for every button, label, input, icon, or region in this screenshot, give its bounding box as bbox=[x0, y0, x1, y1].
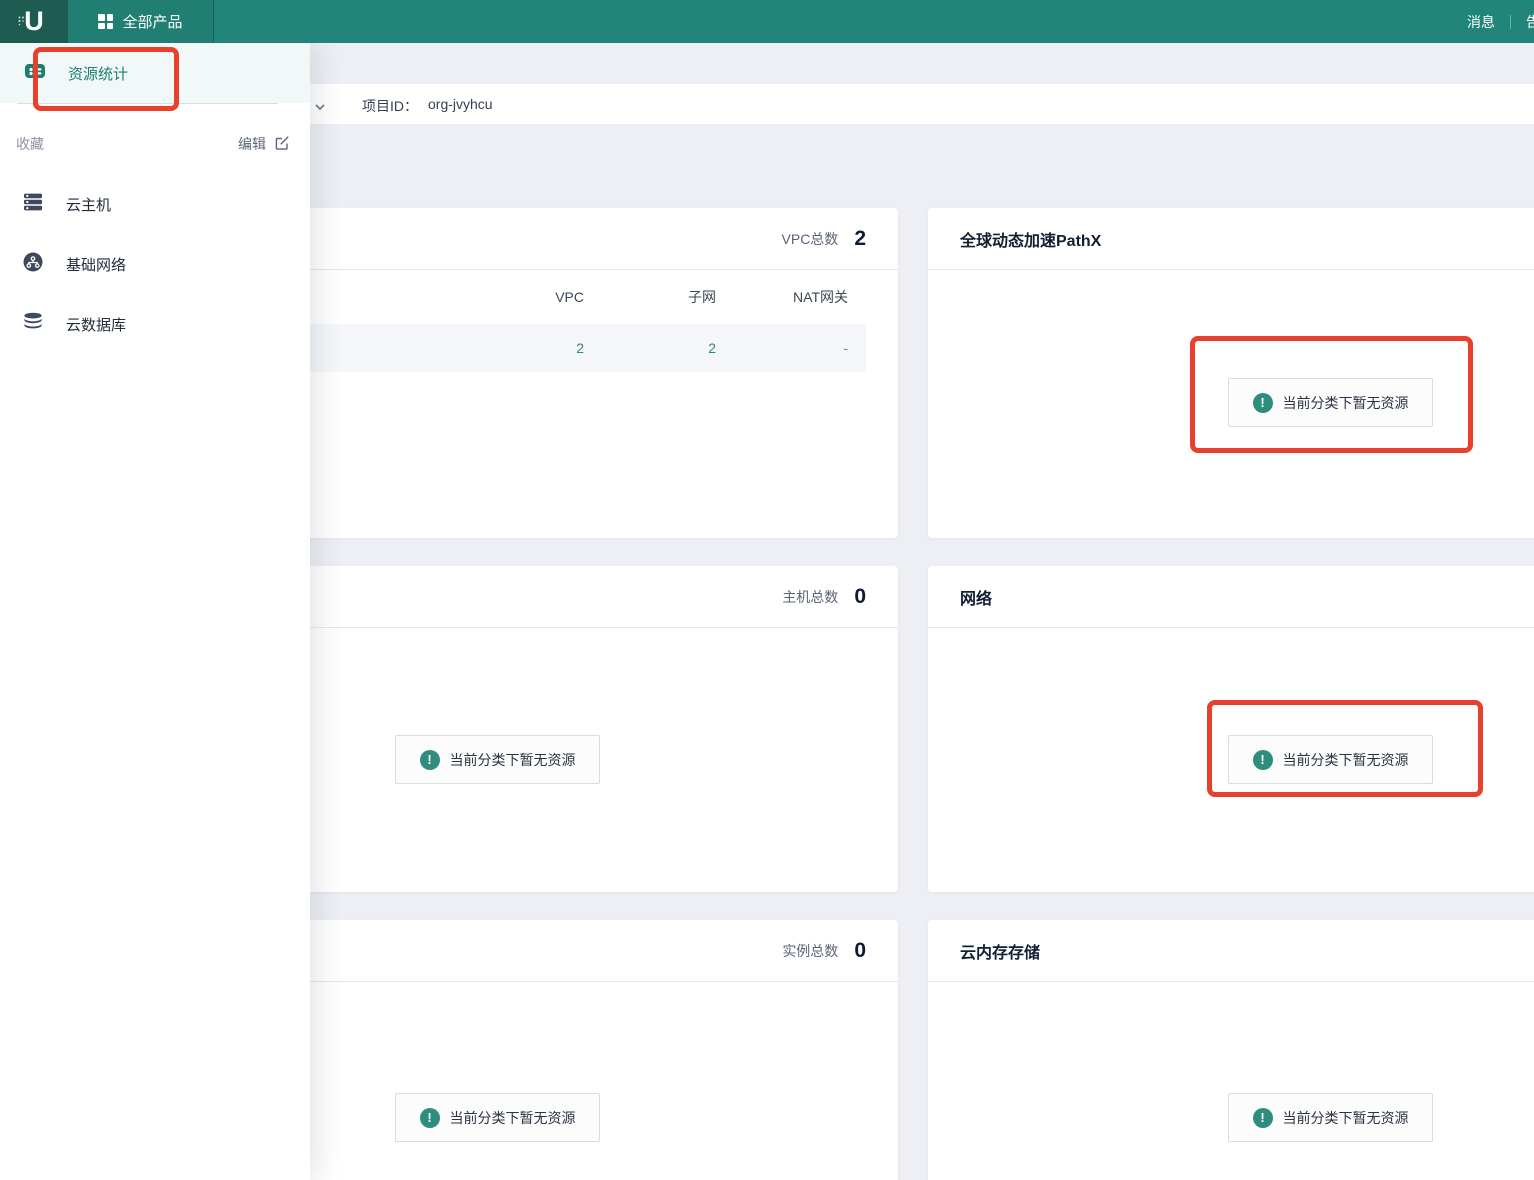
host-total-value: 0 bbox=[854, 585, 866, 609]
sidebar-item-uhost[interactable]: 云主机 bbox=[0, 190, 310, 218]
edit-icon bbox=[274, 135, 290, 154]
edit-favorites-button[interactable]: 编辑 bbox=[238, 134, 290, 154]
info-exclamation-icon: ! bbox=[420, 750, 440, 770]
sidebar-item-udb[interactable]: 云数据库 bbox=[0, 310, 310, 338]
vpc-col-header: VPC bbox=[452, 289, 584, 305]
server-icon bbox=[22, 191, 44, 218]
alerts-link-partial[interactable]: 告 bbox=[1526, 12, 1534, 32]
natgw-count-cell: - bbox=[716, 340, 848, 356]
network-card-header: 网络 bbox=[928, 566, 1534, 628]
project-id-value: org-jvyhcu bbox=[428, 96, 493, 112]
pathx-card-title: 全球动态加速PathX bbox=[960, 227, 1101, 251]
memstore-card-title: 云内存存储 bbox=[960, 939, 1040, 963]
instance-total-value: 0 bbox=[854, 939, 866, 963]
favorites-header-row: 收藏 编辑 bbox=[0, 134, 310, 154]
network-empty-state: ! 当前分类下暂无资源 bbox=[1228, 735, 1433, 784]
card-network: 网络 ! 当前分类下暂无资源 bbox=[928, 566, 1534, 892]
grid-icon bbox=[98, 14, 113, 29]
sidebar-item-label: 云主机 bbox=[66, 194, 111, 215]
edit-label: 编辑 bbox=[238, 134, 266, 154]
pathx-card-header: 全球动态加速PathX bbox=[928, 208, 1534, 270]
natgw-col-header: NAT网关 bbox=[716, 287, 848, 307]
instance-empty-state: ! 当前分类下暂无资源 bbox=[395, 1093, 600, 1142]
vpc-count-cell[interactable]: 2 bbox=[452, 340, 584, 356]
database-icon bbox=[22, 311, 44, 338]
pathx-empty-text: 当前分类下暂无资源 bbox=[1283, 393, 1409, 413]
memstore-card-header: 云内存存储 bbox=[928, 920, 1534, 982]
favorites-list: 云主机 基础网络 云数据库 bbox=[0, 190, 310, 338]
all-products-menu[interactable]: 全部产品 bbox=[68, 0, 214, 43]
subnet-col-header: 子网 bbox=[584, 287, 716, 307]
card-memstore: 云内存存储 ! 当前分类下暂无资源 bbox=[928, 920, 1534, 1180]
panel-divider bbox=[17, 103, 278, 104]
network-icon bbox=[22, 251, 44, 278]
project-id-label: 项目ID： bbox=[362, 96, 418, 116]
instance-total-label: 实例总数 bbox=[782, 941, 838, 961]
network-empty-text: 当前分类下暂无资源 bbox=[1283, 750, 1409, 770]
sidebar-item-resource-stats[interactable]: 资源统计 bbox=[0, 43, 310, 103]
sidebar-item-label: 资源统计 bbox=[68, 63, 128, 84]
info-exclamation-icon: ! bbox=[1253, 393, 1273, 413]
favorites-label: 收藏 bbox=[16, 134, 44, 154]
memstore-empty-text: 当前分类下暂无资源 bbox=[1283, 1108, 1409, 1128]
card-pathx: 全球动态加速PathX ! 当前分类下暂无资源 bbox=[928, 208, 1534, 538]
sidebar-item-label: 基础网络 bbox=[66, 254, 126, 275]
topbar-divider bbox=[1510, 15, 1511, 29]
pathx-empty-state: ! 当前分类下暂无资源 bbox=[1228, 378, 1433, 427]
topbar: U 全部产品 消息 告 bbox=[0, 0, 1534, 43]
instance-empty-text: 当前分类下暂无资源 bbox=[450, 1108, 576, 1128]
products-dropdown-panel: 资源统计 收藏 编辑 云主机 基础网络 云数据库 bbox=[0, 43, 310, 1180]
info-exclamation-icon: ! bbox=[1253, 1108, 1273, 1128]
info-exclamation-icon: ! bbox=[420, 1108, 440, 1128]
all-products-label: 全部产品 bbox=[122, 11, 182, 32]
host-empty-state: ! 当前分类下暂无资源 bbox=[395, 735, 600, 784]
network-card-title: 网络 bbox=[960, 585, 992, 609]
ucloud-logo[interactable]: U bbox=[0, 0, 68, 43]
logo-dots-decoration bbox=[18, 2, 30, 33]
sidebar-item-label: 云数据库 bbox=[66, 314, 126, 335]
topbar-right-menu: 消息 告 bbox=[1467, 0, 1534, 43]
sidebar-item-unet[interactable]: 基础网络 bbox=[0, 250, 310, 278]
messages-link[interactable]: 消息 bbox=[1467, 12, 1495, 32]
memstore-empty-state: ! 当前分类下暂无资源 bbox=[1228, 1093, 1433, 1142]
vpc-total-value: 2 bbox=[854, 227, 866, 251]
host-empty-text: 当前分类下暂无资源 bbox=[450, 750, 576, 770]
subnet-count-cell[interactable]: 2 bbox=[584, 340, 716, 356]
resource-stats-icon bbox=[24, 60, 46, 87]
info-exclamation-icon: ! bbox=[1253, 750, 1273, 770]
vpc-total-label: VPC总数 bbox=[782, 229, 839, 249]
chevron-down-icon[interactable] bbox=[314, 100, 326, 118]
host-total-label: 主机总数 bbox=[782, 587, 838, 607]
